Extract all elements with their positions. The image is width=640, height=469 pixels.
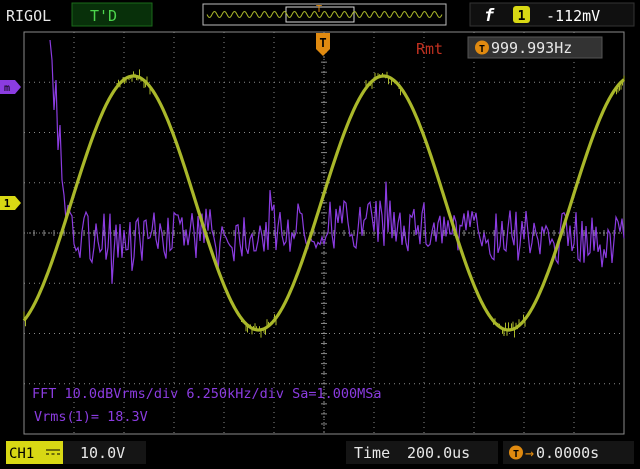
math-channel-marker[interactable]: m <box>0 80 21 94</box>
frequency-readout[interactable]: T 999.993Hz <box>467 36 603 59</box>
trigger-settings[interactable]: f 1 -112mV <box>469 2 635 27</box>
run-status-label: T'D <box>90 7 117 25</box>
rmt-label: Rmt <box>416 40 443 58</box>
brand-label: RIGOL <box>6 7 51 25</box>
oscilloscope-screen: RIGOL T'D T f 1 -112mV m 1 T Rmt T 999.9… <box>0 0 640 469</box>
timebase-value: 200.0us <box>407 444 470 462</box>
channel1-label: CH1 <box>9 446 34 462</box>
memory-position-bar[interactable]: T <box>202 3 447 26</box>
channel1-settings[interactable]: CH1 10.0V <box>6 441 146 464</box>
ch1-marker-label: 1 <box>4 197 11 210</box>
trigger-position-label: T <box>319 36 326 50</box>
scope-canvas: RIGOL T'D T f 1 -112mV m 1 T Rmt T 999.9… <box>0 0 640 469</box>
math-marker-label: m <box>4 83 10 94</box>
ch1-ground-marker[interactable]: 1 <box>0 196 21 210</box>
trigger-offset-value: 0.0000s <box>536 444 599 462</box>
trigger-level-value: -112mV <box>546 7 600 25</box>
frequency-value: 999.993Hz <box>491 39 572 57</box>
trigger-position-marker[interactable]: T <box>316 33 330 56</box>
trigger-offset-icon-label: T <box>513 449 519 460</box>
frequency-icon-label: T <box>479 44 485 55</box>
trigger-source-label: 1 <box>518 9 526 24</box>
memory-trigger-marker: T <box>316 4 322 15</box>
vrms-readout: Vrms(1)= 18.3V <box>34 409 148 425</box>
timebase-label: Time <box>354 444 390 462</box>
header-bar: RIGOL T'D T f 1 -112mV <box>0 0 640 28</box>
footer-bar: CH1 10.0V Time 200.0us T → 0.0000s <box>0 436 640 469</box>
timebase-settings[interactable]: Time 200.0us <box>346 441 498 464</box>
channel1-scale: 10.0V <box>80 444 125 462</box>
trigger-offset-arrow: → <box>525 444 534 462</box>
fft-info-line: FFT 10.0dBVrms/div 6.250kHz/div Sa=1.000… <box>32 386 382 402</box>
trigger-edge-icon: f <box>484 6 495 26</box>
trigger-offset-settings[interactable]: T → 0.0000s <box>503 441 634 464</box>
